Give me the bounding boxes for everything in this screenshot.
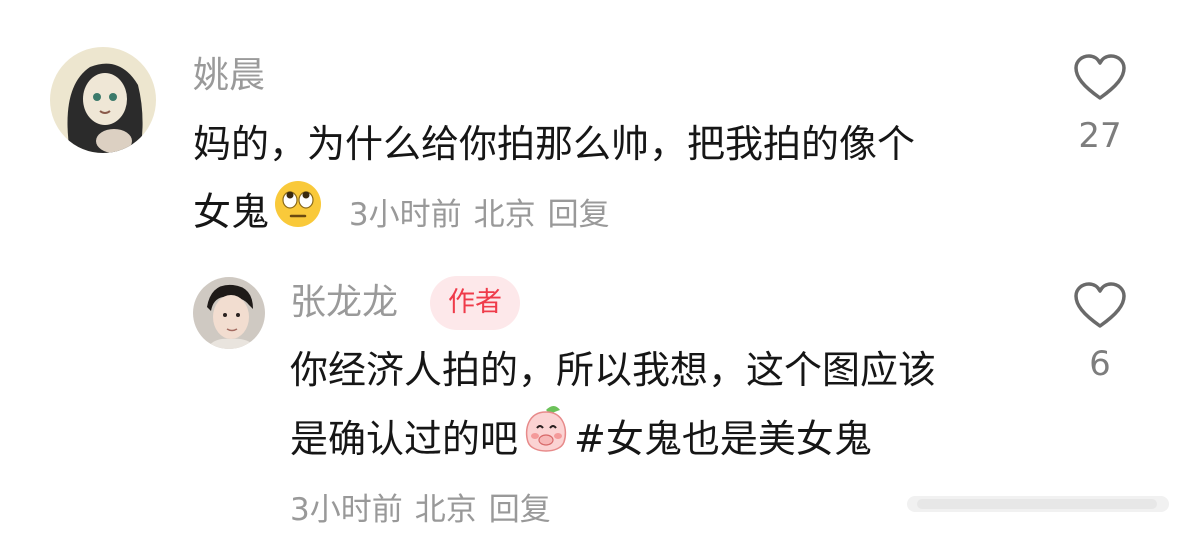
username[interactable]: 姚晨 <box>193 58 265 94</box>
hashtag-link[interactable]: #女鬼也是美女鬼 <box>574 417 872 461</box>
like-count: 27 <box>1078 116 1122 156</box>
username[interactable]: 张龙龙 <box>290 285 398 321</box>
eye-roll-emoji-icon <box>273 179 323 250</box>
comment-text-line: 是确认过的吧 #女鬼也是美女鬼 <box>290 404 936 479</box>
like-control: 6 <box>1060 282 1140 384</box>
comment-text-segment: 是确认过的吧 <box>290 417 519 461</box>
like-count: 6 <box>1089 344 1111 384</box>
comment-time: 3小时前 <box>348 197 462 233</box>
heart-outline-icon[interactable] <box>1073 282 1127 330</box>
watermark-image <box>907 490 1169 522</box>
comment-text-line: 妈的，为什么给你拍那么帅，把我拍的像个 <box>193 122 916 166</box>
comment-meta: 3小时前 北京 回复 <box>290 484 563 529</box>
comment-location: 北京 <box>414 492 477 528</box>
comment-text-line: 女鬼 3小时前 北京 回复 <box>193 178 915 250</box>
comment-meta: 3小时前 北京 回复 <box>339 197 622 233</box>
author-badge: 作者 <box>430 276 520 330</box>
shy-peach-emoji-icon <box>520 404 572 479</box>
comment-time: 3小时前 <box>290 492 403 528</box>
comment-text: 你经济人拍的，所以我想，这个图应该 是确认过的吧 #女鬼也是美女鬼 <box>290 336 936 479</box>
comment-item: 姚晨 妈的，为什么给你拍那么帅，把我拍的像个 女鬼 3小时前 北京 回复 27 <box>0 0 1179 260</box>
comment-text: 妈的，为什么给你拍那么帅，把我拍的像个 女鬼 3小时前 北京 回复 <box>193 110 915 250</box>
heart-outline-icon[interactable] <box>1073 54 1127 102</box>
avatar[interactable] <box>193 277 265 349</box>
like-control: 27 <box>1060 54 1140 156</box>
avatar[interactable] <box>50 47 156 153</box>
reply-button[interactable]: 回复 <box>489 492 551 528</box>
comment-text-segment: 女鬼 <box>193 190 270 234</box>
comment-text-line: 你经济人拍的，所以我想，这个图应该 <box>290 348 937 392</box>
reply-button[interactable]: 回复 <box>548 197 610 233</box>
comment-location: 北京 <box>473 197 536 233</box>
